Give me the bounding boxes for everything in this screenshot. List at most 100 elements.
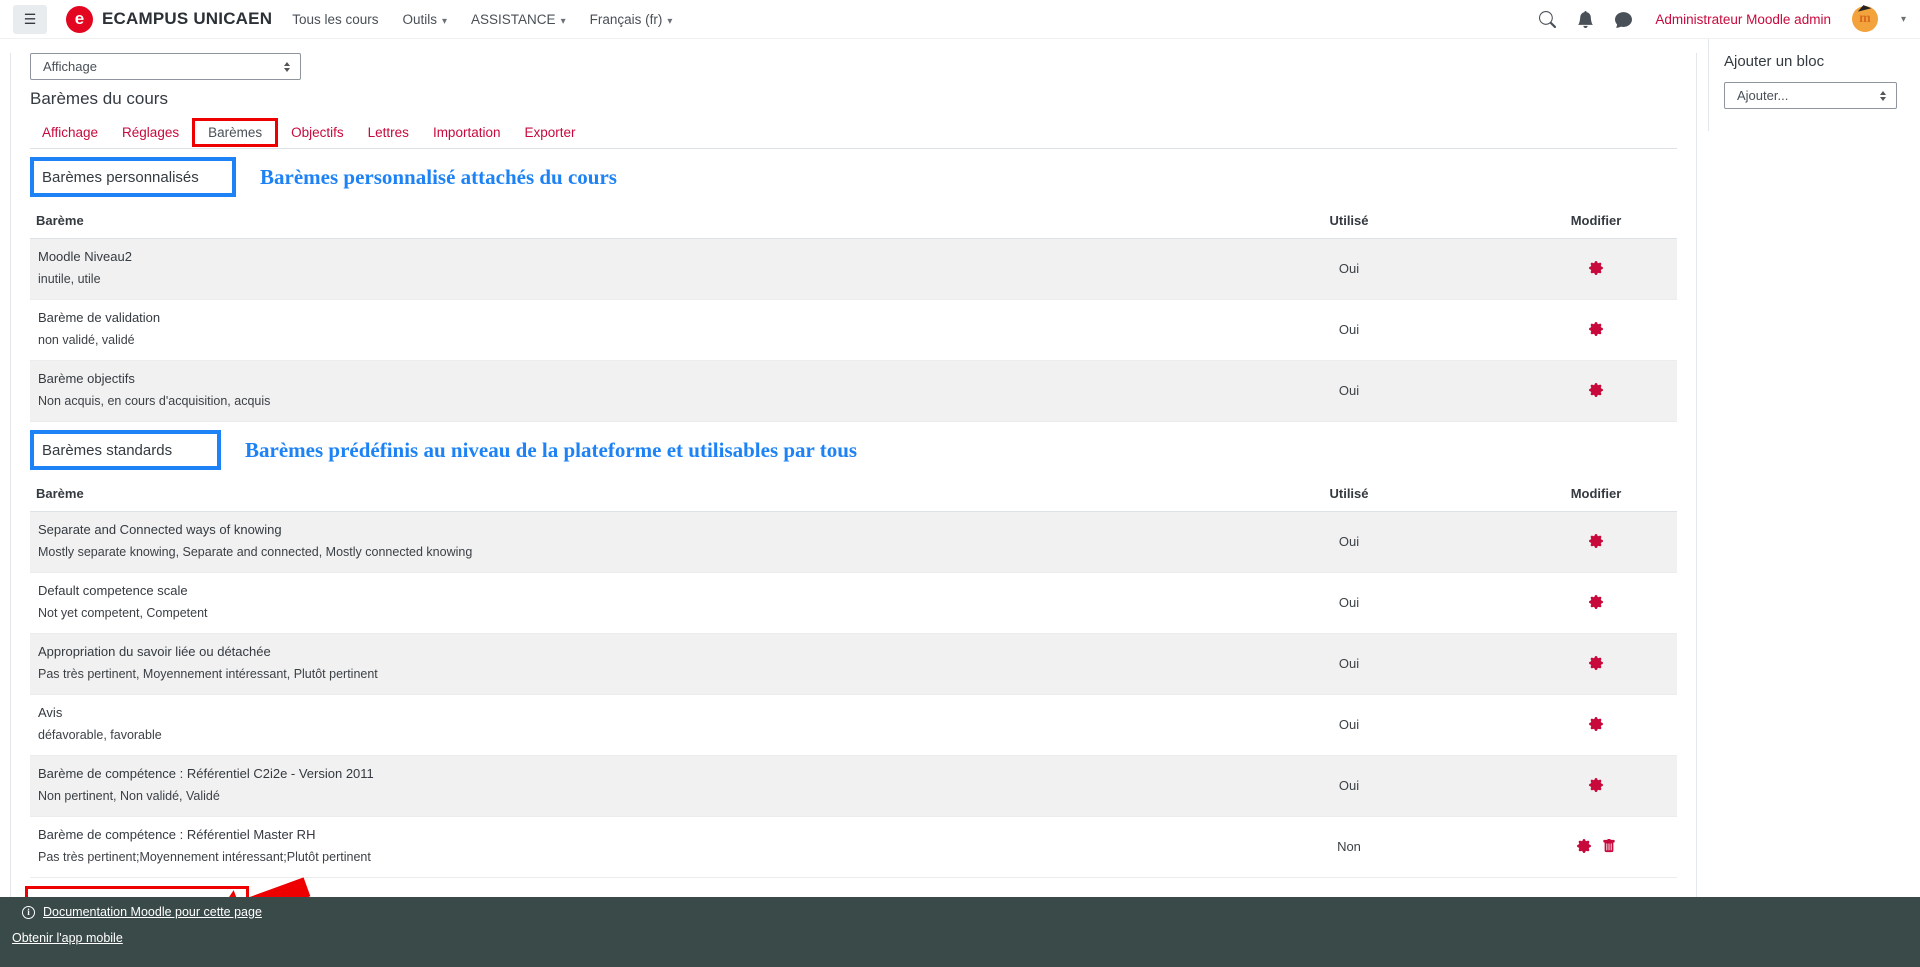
col-used: Utilisé <box>1183 213 1515 228</box>
tab-affichage[interactable]: Affichage <box>30 125 110 140</box>
table-row: Barème de validation non validé, validé … <box>30 300 1677 361</box>
avatar[interactable]: m <box>1852 6 1878 32</box>
trash-icon[interactable] <box>1602 839 1616 853</box>
view-toolbar: Affichage <box>30 53 301 80</box>
nav-tools-dropdown[interactable]: Outils <box>402 12 447 27</box>
scale-used: Oui <box>1183 534 1515 549</box>
table-header: Barème Utilisé Modifier <box>30 474 1677 512</box>
tab-objectifs[interactable]: Objectifs <box>279 125 356 140</box>
table-row: Barème de compétence : Référentiel C2i2e… <box>30 756 1677 817</box>
chat-icon[interactable] <box>1615 11 1632 28</box>
nav-language-dropdown[interactable]: Français (fr) <box>590 12 673 27</box>
annotation-blue-box-standard: Barèmes standards <box>30 430 221 470</box>
select-arrows-icon <box>1880 91 1886 101</box>
tab-exporter[interactable]: Exporter <box>512 125 587 140</box>
add-block-region: Ajouter un bloc Ajouter... <box>1708 39 1913 131</box>
scale-values: Not yet competent, Competent <box>38 605 1183 621</box>
scale-name: Barème de compétence : Référentiel Maste… <box>38 827 1183 843</box>
bell-icon[interactable] <box>1577 11 1594 28</box>
gear-icon[interactable] <box>1589 717 1603 731</box>
navbar-right: Administrateur Moodle admin m ▾ <box>1539 6 1906 32</box>
nav-assistance-dropdown[interactable]: ASSISTANCE <box>471 12 566 27</box>
col-scale: Barème <box>30 213 1183 228</box>
scale-values: défavorable, favorable <box>38 727 1183 743</box>
scale-used: Non <box>1183 839 1515 854</box>
ecampus-logo[interactable]: e <box>66 6 93 33</box>
select-arrows-icon <box>284 62 290 72</box>
moodle-docs-link[interactable]: Documentation Moodle pour cette page <box>43 905 262 919</box>
annotation-blue-box-custom: Barèmes personnalisés <box>30 157 236 197</box>
scale-used: Oui <box>1183 656 1515 671</box>
scale-used: Oui <box>1183 717 1515 732</box>
gear-icon[interactable] <box>1589 778 1603 792</box>
tab-importation[interactable]: Importation <box>421 125 513 140</box>
main-content: Affichage Barèmes du cours Affichage Rég… <box>10 53 1697 947</box>
scale-name: Avis <box>38 705 1183 721</box>
table-row: Barème de compétence : Référentiel Maste… <box>30 817 1677 878</box>
menu-icon[interactable] <box>13 5 47 34</box>
scale-values: inutile, utile <box>38 271 1183 287</box>
top-navbar: e ECAMPUS UNICAEN Tous les cours Outils … <box>0 0 1920 39</box>
scale-values: Pas très pertinent, Moyennement intéress… <box>38 666 1183 682</box>
scale-name: Moodle Niveau2 <box>38 249 1183 265</box>
gear-icon[interactable] <box>1589 383 1603 397</box>
scale-used: Oui <box>1183 261 1515 276</box>
add-block-select-value: Ajouter... <box>1737 88 1788 103</box>
custom-scales-table: Barème Utilisé Modifier Moodle Niveau2 i… <box>30 201 1677 422</box>
standard-scales-table: Barème Utilisé Modifier Separate and Con… <box>30 474 1677 878</box>
custom-section-title: Barèmes personnalisés <box>42 169 199 186</box>
display-select[interactable]: Affichage <box>30 53 301 80</box>
gear-icon[interactable] <box>1589 534 1603 548</box>
nav-all-courses[interactable]: Tous les cours <box>292 12 378 27</box>
user-menu[interactable]: Administrateur Moodle admin <box>1655 12 1831 27</box>
scale-name: Barème de compétence : Référentiel C2i2e… <box>38 766 1183 782</box>
tab-reglages[interactable]: Réglages <box>110 125 191 140</box>
scale-used: Oui <box>1183 383 1515 398</box>
standard-scales-header: Barèmes standards Barèmes prédéfinis au … <box>30 430 1677 470</box>
scale-values: Non pertinent, Non validé, Validé <box>38 788 1183 804</box>
brand-title: ECAMPUS UNICAEN <box>102 9 272 29</box>
page-title: Barèmes du cours <box>30 89 1677 109</box>
col-modify: Modifier <box>1515 486 1677 501</box>
main-nav: Tous les cours Outils ASSISTANCE Françai… <box>292 12 672 27</box>
annotation-red-box-tab: Barèmes <box>192 118 278 147</box>
gear-icon[interactable] <box>1589 261 1603 275</box>
table-row: Separate and Connected ways of knowing M… <box>30 512 1677 573</box>
gear-icon[interactable] <box>1589 322 1603 336</box>
custom-scales-header: Barèmes personnalisés Barèmes personnali… <box>30 157 1677 197</box>
table-row: Barème objectifs Non acquis, en cours d'… <box>30 361 1677 422</box>
table-row: Avis défavorable, favorable Oui <box>30 695 1677 756</box>
table-row: Default competence scale Not yet compete… <box>30 573 1677 634</box>
gear-icon[interactable] <box>1589 656 1603 670</box>
scale-used: Oui <box>1183 322 1515 337</box>
page-footer: Documentation Moodle pour cette page Obt… <box>0 897 1920 967</box>
search-icon[interactable] <box>1539 11 1556 28</box>
tab-bar: Affichage Réglages Barèmes Objectifs Let… <box>30 116 1677 149</box>
tab-lettres[interactable]: Lettres <box>356 125 421 140</box>
info-icon <box>22 906 35 919</box>
scale-name: Separate and Connected ways of knowing <box>38 522 1183 538</box>
scale-name: Barème de validation <box>38 310 1183 326</box>
scale-values: Mostly separate knowing, Separate and co… <box>38 544 1183 560</box>
gear-icon[interactable] <box>1589 595 1603 609</box>
table-row: Moodle Niveau2 inutile, utile Oui <box>30 239 1677 300</box>
col-scale: Barème <box>30 486 1183 501</box>
table-header: Barème Utilisé Modifier <box>30 201 1677 239</box>
scale-values: Non acquis, en cours d'acquisition, acqu… <box>38 393 1183 409</box>
scale-values: non validé, validé <box>38 332 1183 348</box>
gear-icon[interactable] <box>1577 839 1591 853</box>
annotation-note-custom: Barèmes personnalisé attachés du cours <box>260 165 617 190</box>
scale-name: Default competence scale <box>38 583 1183 599</box>
col-modify: Modifier <box>1515 213 1677 228</box>
annotation-note-standard: Barèmes prédéfinis au niveau de la plate… <box>245 438 857 463</box>
col-used: Utilisé <box>1183 486 1515 501</box>
scale-values: Pas très pertinent;Moyennement intéressa… <box>38 849 1183 865</box>
tab-baremes[interactable]: Barèmes <box>196 125 274 140</box>
add-block-select[interactable]: Ajouter... <box>1724 82 1897 109</box>
display-select-value: Affichage <box>43 59 97 74</box>
scale-used: Oui <box>1183 595 1515 610</box>
standard-section-title: Barèmes standards <box>42 442 172 459</box>
table-row: Appropriation du savoir liée ou détachée… <box>30 634 1677 695</box>
chevron-down-icon[interactable]: ▾ <box>1901 14 1906 25</box>
scale-name: Appropriation du savoir liée ou détachée <box>38 644 1183 660</box>
